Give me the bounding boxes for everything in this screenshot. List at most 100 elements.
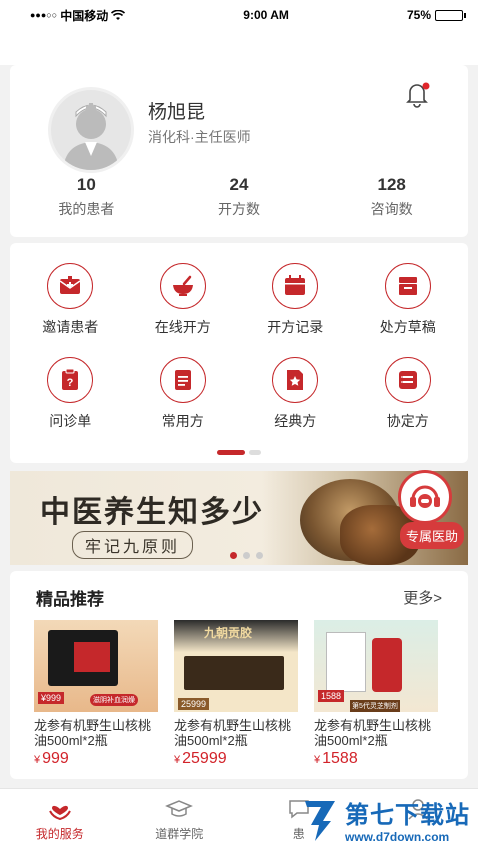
watermark-url: www.d7down.com (345, 830, 450, 844)
page-dot-active (217, 450, 245, 455)
stat-label: 我的患者 (58, 201, 115, 217)
battery-percent: 75% (406, 8, 431, 22)
menu-item-online-prescribe[interactable]: 在线开方 (127, 263, 240, 337)
calendar-record-icon (285, 275, 306, 295)
stat-patients[interactable]: 10 我的患者 (10, 175, 163, 219)
clock: 9:00 AM (243, 8, 289, 22)
product-card[interactable]: 滋阴补血润燥 ¥999 龙参有机野生山核桃油500ml*2瓶 ¥999 (34, 620, 158, 768)
menu-item-consultation-form[interactable]: ? 问诊单 (14, 357, 127, 431)
stat-value: 24 (229, 175, 249, 194)
avatar[interactable] (48, 87, 134, 173)
d7-logo-icon (305, 800, 335, 841)
assistant-label: 专属医助 (399, 522, 464, 549)
exclusive-assistant-button[interactable]: 专属医助 (386, 470, 464, 552)
menu-icon-circle (384, 263, 431, 309)
recommend-title: 精品推荐 (36, 590, 104, 609)
battery-indicator: 75% (407, 8, 466, 22)
wifi-icon (111, 9, 126, 20)
stats-row: 10 我的患者 24 开方数 128 咨询数 (10, 175, 468, 219)
function-menu-grid: 邀请患者 在线开方 开方记录 处方草稿 ? 问诊单 常用方 经典方 协定方 (10, 263, 468, 431)
battery-icon (435, 9, 463, 21)
bell-icon (406, 82, 430, 108)
invite-patient-icon (59, 276, 81, 294)
heart-hands-icon (48, 805, 71, 821)
menu-label: 处方草稿 (379, 319, 436, 335)
menu-icon-circle (47, 263, 94, 309)
question-form-icon: ? (62, 368, 79, 390)
product-name: 龙参有机野生山核桃油500ml*2瓶 (34, 718, 152, 748)
recommend-card: 精品推荐 更多> 滋阴补血润燥 ¥999 龙参有机野生山核桃油500ml*2瓶 … (10, 571, 468, 779)
menu-item-agreed-prescriptions[interactable]: 协定方 (352, 357, 465, 431)
price-value: 1588 (322, 750, 358, 767)
more-link[interactable]: 更多> (403, 587, 442, 608)
site-watermark: 第七下载站 www.d7down.com (301, 795, 470, 844)
product-bottle (372, 638, 402, 692)
menu-label: 常用方 (161, 413, 204, 429)
doctor-avatar-icon (63, 103, 119, 170)
product-image: 1588 第5代灵芝制剂 (314, 620, 438, 712)
doctor-name: 杨旭昆 (148, 102, 206, 123)
draft-box-icon (398, 277, 417, 295)
notification-button[interactable] (402, 79, 432, 109)
product-card[interactable]: 九朝贡胶 25999 龙参有机野生山核桃油500ml*2瓶 ¥25999 (174, 620, 298, 768)
menu-label: 问诊单 (49, 413, 92, 429)
tab-my-services[interactable]: 我的服务 (0, 789, 120, 850)
product-image: 滋阴补血润燥 ¥999 (34, 620, 158, 712)
stat-value: 10 (76, 175, 96, 194)
banner-dot (243, 552, 250, 559)
profile-card: 杨旭昆 消化科·主任医师 10 我的患者 24 开方数 128 咨询数 (10, 65, 468, 237)
doctor-title: 消化科·主任医师 (148, 129, 251, 145)
menu-icon-circle (272, 357, 319, 403)
stat-label: 开方数 (218, 201, 260, 217)
menu-label: 开方记录 (267, 319, 324, 335)
currency-symbol: ¥ (34, 754, 41, 766)
product-tag: 第5代灵芝制剂 (350, 700, 400, 712)
product-name: 龙参有机野生山核桃油500ml*2瓶 (174, 718, 292, 748)
signal-icon: ●●●○○ (30, 10, 58, 20)
menu-label: 邀请患者 (42, 319, 99, 335)
menu-label: 协定方 (386, 413, 429, 429)
document-lines-icon (174, 370, 191, 390)
banner-title: 中医养生知多少 (40, 495, 264, 530)
stat-value: 128 (377, 175, 406, 194)
headset-agent-icon (410, 485, 440, 508)
function-menu-card: 邀请患者 在线开方 开方记录 处方草稿 ? 问诊单 常用方 经典方 协定方 (10, 243, 468, 463)
product-image-price: ¥999 (38, 692, 65, 704)
menu-icon-circle: ? (47, 357, 94, 403)
stat-prescriptions[interactable]: 24 开方数 (163, 175, 316, 219)
price-value: 999 (42, 750, 69, 767)
banner-dot-active (230, 552, 237, 559)
battery-tip (464, 12, 466, 18)
currency-symbol: ¥ (174, 754, 181, 766)
mortar-bowl-icon (172, 275, 193, 296)
banner-subtitle: 牢记九原则 (72, 531, 194, 559)
menu-item-invite-patient[interactable]: 邀请患者 (14, 263, 127, 337)
product-image-price: 25999 (178, 698, 210, 710)
menu-item-prescription-draft[interactable]: 处方草稿 (352, 263, 465, 337)
assistant-avatar (398, 470, 452, 524)
status-left: ●●●○○ 中国移动 (30, 7, 126, 24)
star-document-icon (287, 370, 304, 390)
tab-academy[interactable]: 道群学院 (120, 789, 240, 850)
menu-icon-circle (159, 357, 206, 403)
product-name: 龙参有机野生山核桃油500ml*2瓶 (314, 718, 432, 748)
product-list: 滋阴补血润燥 ¥999 龙参有机野生山核桃油500ml*2瓶 ¥999 九朝贡胶… (10, 610, 468, 768)
menu-page-indicator (10, 450, 468, 455)
product-price: ¥999 (34, 750, 158, 768)
stat-label: 咨询数 (370, 201, 413, 217)
product-card[interactable]: 1588 第5代灵芝制剂 龙参有机野生山核桃油500ml*2瓶 ¥1588 (314, 620, 438, 768)
stat-consultations[interactable]: 128 咨询数 (315, 175, 468, 219)
watermark-title: 第七下载站 (345, 802, 470, 829)
product-price: ¥1588 (314, 750, 438, 768)
menu-icon-circle (384, 357, 431, 403)
carrier-label: 中国移动 (60, 8, 109, 23)
product-image: 九朝贡胶 25999 (174, 620, 298, 712)
product-price: ¥25999 (174, 750, 298, 768)
banner-indicator (230, 552, 263, 559)
menu-item-prescription-records[interactable]: 开方记录 (239, 263, 352, 337)
menu-item-classic-prescriptions[interactable]: 经典方 (239, 357, 352, 431)
menu-label: 经典方 (274, 413, 317, 429)
status-bar: ●●●○○ 中国移动 9:00 AM 75% (0, 0, 478, 30)
menu-item-common-prescriptions[interactable]: 常用方 (127, 357, 240, 431)
price-value: 25999 (182, 750, 227, 767)
